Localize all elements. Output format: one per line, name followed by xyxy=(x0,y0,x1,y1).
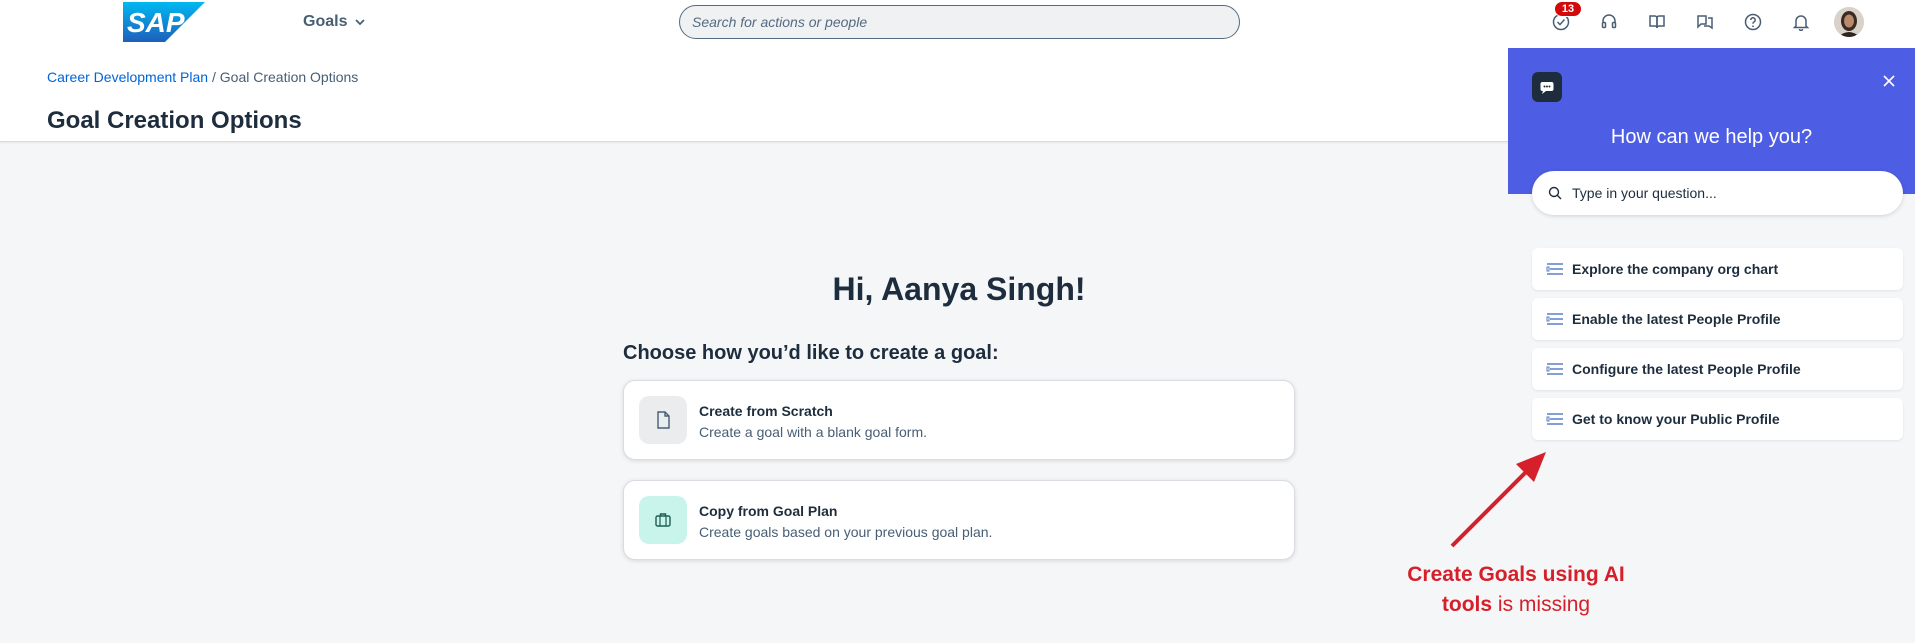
choose-goal-method-label: Choose how you’d like to create a goal: xyxy=(623,342,999,364)
chevron-down-icon xyxy=(355,19,366,26)
help-panel-title: How can we help you? xyxy=(1610,126,1813,148)
help-item-label: Get to know your Public Profile xyxy=(1572,411,1780,427)
search-icon xyxy=(1548,186,1562,200)
list-icon xyxy=(1546,413,1563,425)
list-icon xyxy=(1546,313,1563,325)
list-icon xyxy=(1546,363,1563,375)
help-search-box[interactable] xyxy=(1532,171,1903,215)
list-icon xyxy=(1546,263,1563,275)
goals-menu-label: Goals xyxy=(303,13,348,30)
global-search[interactable] xyxy=(679,5,1240,39)
feedback-icon[interactable] xyxy=(1693,10,1717,34)
help-item-public-profile[interactable]: Get to know your Public Profile xyxy=(1532,398,1903,440)
help-item-label: Configure the latest People Profile xyxy=(1572,361,1801,377)
greeting-heading: Hi, Aanya Singh! xyxy=(832,271,1086,307)
notification-count-badge: 13 xyxy=(1554,1,1582,17)
help-item-explore-org-chart[interactable]: Explore the company org chart xyxy=(1532,248,1903,290)
headset-icon[interactable] xyxy=(1597,10,1621,34)
chat-bot-icon xyxy=(1532,72,1562,102)
annotation-note: Create Goals using AI tools is missing xyxy=(1400,560,1632,620)
bell-icon[interactable] xyxy=(1789,10,1813,34)
shell-bar: SAP Goals 13 xyxy=(0,0,1915,44)
breadcrumb: Career Development Plan / Goal Creation … xyxy=(47,69,358,85)
close-icon[interactable] xyxy=(1880,72,1898,90)
create-from-scratch-card[interactable]: Create from Scratch Create a goal with a… xyxy=(623,380,1295,460)
breadcrumb-separator: / xyxy=(211,69,216,85)
annotation-rest-text: is missing xyxy=(1497,593,1591,616)
sap-logo[interactable]: SAP xyxy=(123,2,205,42)
option-description: Create goals based on your previous goal… xyxy=(699,524,993,540)
briefcase-icon xyxy=(639,496,687,544)
avatar-portrait-icon xyxy=(1834,7,1864,37)
document-icon xyxy=(639,396,687,444)
help-item-label: Enable the latest People Profile xyxy=(1572,311,1781,327)
breadcrumb-current: Goal Creation Options xyxy=(219,69,359,85)
global-search-input[interactable] xyxy=(680,6,1239,38)
help-panel: How can we help you? Explore the company… xyxy=(1508,48,1915,643)
option-title: Create from Scratch xyxy=(699,403,833,419)
goals-menu-button[interactable]: Goals xyxy=(303,11,367,33)
breadcrumb-link-career-development-plan[interactable]: Career Development Plan xyxy=(47,69,208,85)
learning-book-icon[interactable] xyxy=(1645,10,1669,34)
sap-logo-text: SAP xyxy=(127,7,185,38)
option-description: Create a goal with a blank goal form. xyxy=(699,424,928,440)
annotation-arrow xyxy=(1450,452,1546,548)
option-title: Copy from Goal Plan xyxy=(699,503,838,519)
help-icon[interactable] xyxy=(1741,10,1765,34)
copy-from-goal-plan-card[interactable]: Copy from Goal Plan Create goals based o… xyxy=(623,480,1295,560)
help-item-configure-people-profile[interactable]: Configure the latest People Profile xyxy=(1532,348,1903,390)
help-search-input[interactable] xyxy=(1572,185,1892,201)
help-item-label: Explore the company org chart xyxy=(1572,261,1779,277)
page-title: Goal Creation Options xyxy=(47,107,302,134)
user-avatar[interactable] xyxy=(1834,7,1864,37)
help-item-enable-people-profile[interactable]: Enable the latest People Profile xyxy=(1532,298,1903,340)
